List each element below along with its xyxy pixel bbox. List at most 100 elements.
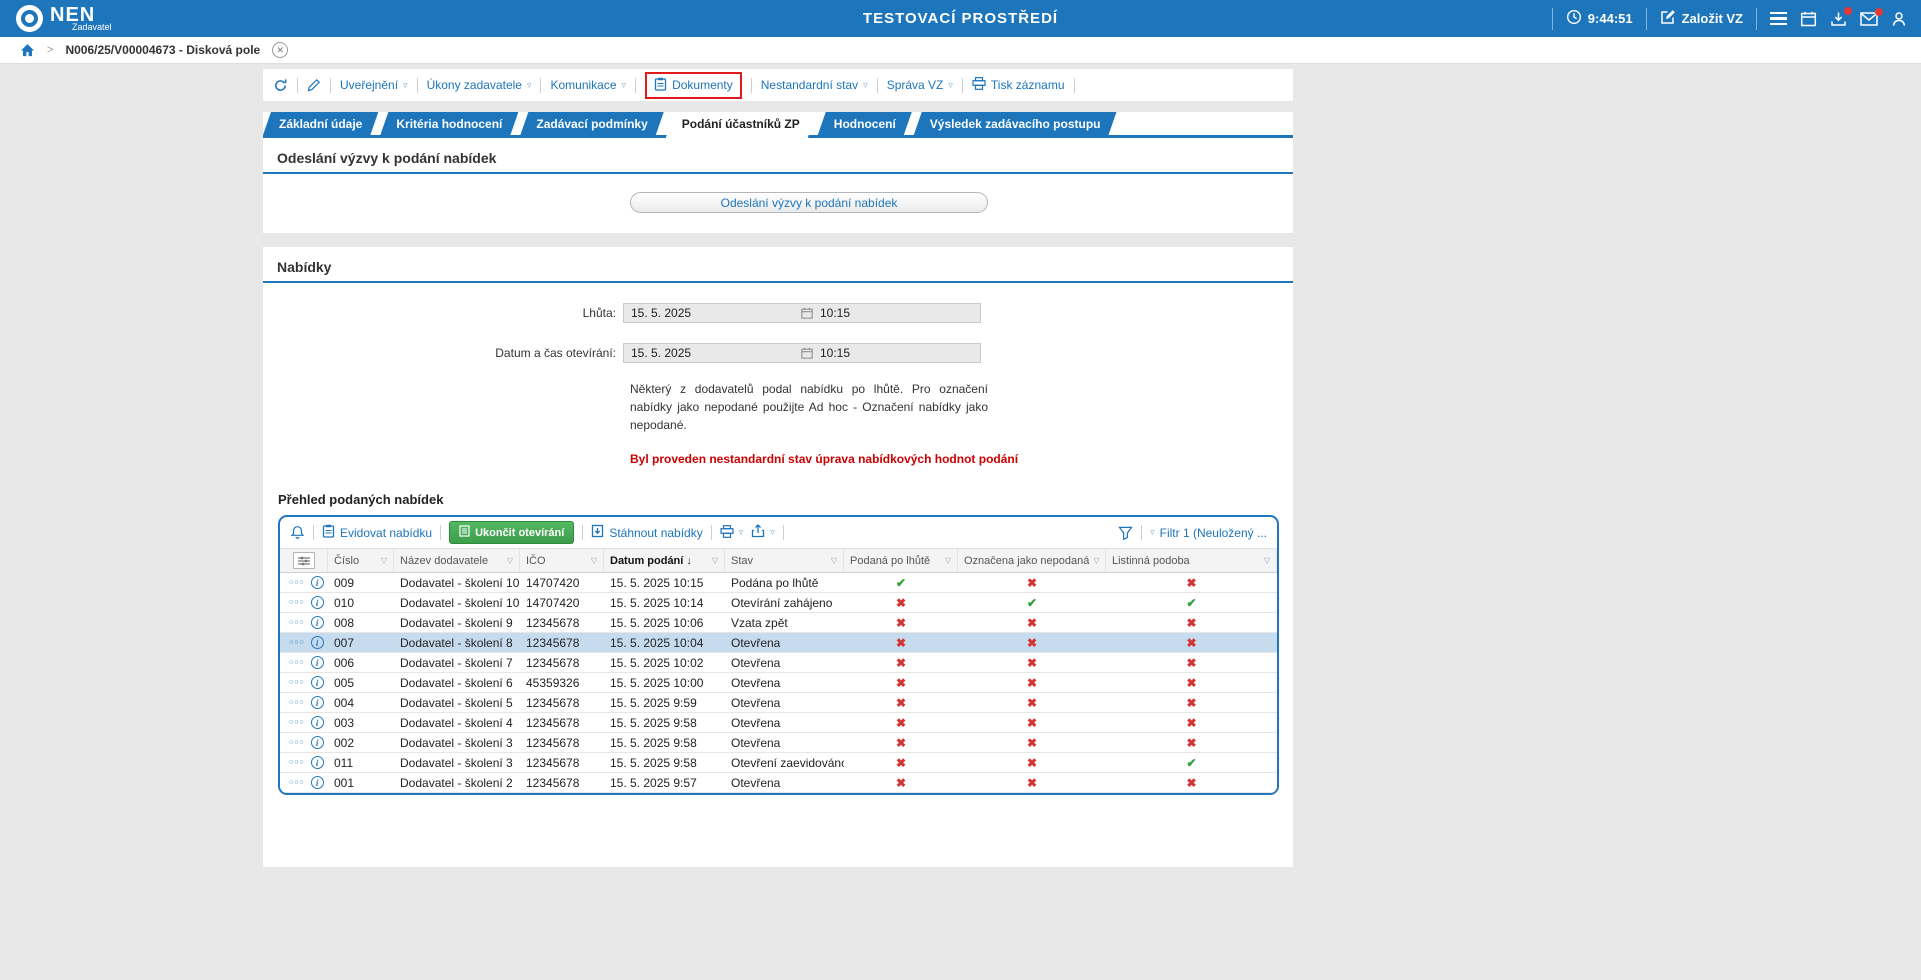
chevron-down-icon: ▿ <box>770 527 775 538</box>
filter-funnel-icon[interactable] <box>1118 526 1133 540</box>
table-row[interactable]: ○○○i002Dodavatel - školení 31234567815. … <box>280 733 1277 753</box>
table-row[interactable]: ○○○i006Dodavatel - školení 71234567815. … <box>280 653 1277 673</box>
info-icon[interactable]: i <box>311 776 324 789</box>
column-header[interactable]: Název dodavatele▽ <box>394 549 520 572</box>
opening-field[interactable]: 15. 5. 2025 10:15 <box>623 343 981 363</box>
tab[interactable]: Zadávací podmínky <box>520 112 663 135</box>
row-menu-icon[interactable]: ○○○ <box>289 739 305 746</box>
toolbar-item[interactable]: Úkony zadavatele▿ <box>427 78 532 92</box>
info-icon[interactable]: i <box>311 636 324 649</box>
calendar-icon[interactable] <box>801 347 813 359</box>
table-row[interactable]: ○○○i005Dodavatel - školení 64535932615. … <box>280 673 1277 693</box>
row-menu-icon[interactable]: ○○○ <box>289 639 305 646</box>
home-icon[interactable] <box>20 43 35 57</box>
cross-icon: ✖ <box>896 636 906 650</box>
column-header[interactable]: Označena jako nepodaná▽ <box>958 549 1106 572</box>
toolbar-item[interactable]: Komunikace▿ <box>550 78 626 92</box>
row-menu-icon[interactable]: ○○○ <box>289 659 305 666</box>
info-icon[interactable]: i <box>311 576 324 589</box>
toolbar-item[interactable]: Tisk záznamu <box>972 77 1065 93</box>
messages-icon[interactable] <box>1860 12 1878 26</box>
info-icon[interactable]: i <box>311 696 324 709</box>
cell-supplier: Dodavatel - školení 9 <box>394 613 520 632</box>
toolbar-item-label: Dokumenty <box>672 78 733 92</box>
row-menu-icon[interactable]: ○○○ <box>289 779 305 786</box>
info-icon[interactable]: i <box>311 756 324 769</box>
cell-ico: 12345678 <box>520 633 604 652</box>
filter-caret-icon[interactable]: ▽ <box>712 556 718 565</box>
edit-record-icon[interactable] <box>307 78 321 92</box>
cross-icon: ✖ <box>1027 716 1037 730</box>
row-menu-icon[interactable]: ○○○ <box>289 759 305 766</box>
nen-logo: NEN Zadavatel <box>16 5 112 32</box>
column-header[interactable]: IČO▽ <box>520 549 604 572</box>
ukoncit-oteviranie-button[interactable]: Ukončit otevírání <box>449 521 574 544</box>
tab[interactable]: Výsledek zadávacího postupu <box>914 112 1117 135</box>
row-menu-icon[interactable]: ○○○ <box>289 599 305 606</box>
toolbar-item[interactable]: Dokumenty <box>645 72 742 99</box>
column-header[interactable]: Stav▽ <box>725 549 844 572</box>
filter-caret-icon[interactable]: ▽ <box>945 556 951 565</box>
menu-icon[interactable] <box>1770 12 1787 26</box>
filter-caret-icon[interactable]: ▽ <box>1093 556 1099 565</box>
deadline-field[interactable]: 15. 5. 2025 10:15 <box>623 303 981 323</box>
send-invitation-button[interactable]: Odeslání výzvy k podání nabídek <box>630 192 988 213</box>
toolbar-item[interactable]: Uveřejnění▿ <box>340 78 408 92</box>
export-table-button[interactable]: ▿ <box>751 524 775 541</box>
tab[interactable]: Kritéria hodnocení <box>380 112 518 135</box>
tab[interactable]: Hodnocení <box>818 112 912 135</box>
info-icon[interactable]: i <box>311 656 324 669</box>
column-header[interactable]: Datum podání ↓▽ <box>604 549 725 572</box>
table-row[interactable]: ○○○i011Dodavatel - školení 31234567815. … <box>280 753 1277 773</box>
info-icon[interactable]: i <box>311 736 324 749</box>
row-menu-icon[interactable]: ○○○ <box>289 719 305 726</box>
table-row[interactable]: ○○○i001Dodavatel - školení 21234567815. … <box>280 773 1277 793</box>
cell-late: ✖ <box>844 653 958 672</box>
tab[interactable]: Podání účastníků ZP <box>666 112 816 138</box>
row-menu-icon[interactable]: ○○○ <box>289 679 305 686</box>
toolbar-item[interactable]: Nestandardní stav▿ <box>761 78 868 92</box>
column-settings-button[interactable] <box>280 549 328 572</box>
close-record-icon[interactable]: ✕ <box>272 42 288 58</box>
filter-caret-icon[interactable]: ▽ <box>831 556 837 565</box>
filter-caret-icon[interactable]: ▽ <box>381 556 387 565</box>
info-icon[interactable]: i <box>311 616 324 629</box>
bell-icon[interactable] <box>290 525 305 540</box>
row-menu-icon[interactable]: ○○○ <box>289 699 305 706</box>
row-menu-icon[interactable]: ○○○ <box>289 579 305 586</box>
cell-date: 15. 5. 2025 10:15 <box>604 573 725 592</box>
print-table-button[interactable]: ▿ <box>720 525 744 541</box>
downloads-icon[interactable] <box>1830 11 1847 27</box>
row-menu-icon[interactable]: ○○○ <box>289 619 305 626</box>
evidovat-nabidku-button[interactable]: Evidovat nabídku <box>322 524 432 541</box>
cell-number: 010 <box>328 593 394 612</box>
table-row[interactable]: ○○○i007Dodavatel - školení 81234567815. … <box>280 633 1277 653</box>
stahnout-nabidky-button[interactable]: Stáhnout nabídky <box>591 524 702 541</box>
toolbar-item[interactable]: Správa VZ▿ <box>887 78 953 92</box>
table-row[interactable]: ○○○i003Dodavatel - školení 41234567815. … <box>280 713 1277 733</box>
table-row[interactable]: ○○○i010Dodavatel - školení 101470742015.… <box>280 593 1277 613</box>
environment-title: TESTOVACÍ PROSTŘEDÍ <box>863 10 1058 27</box>
calendar-icon[interactable] <box>1800 11 1817 27</box>
user-icon[interactable] <box>1891 11 1907 27</box>
filter-caret-icon[interactable]: ▽ <box>591 556 597 565</box>
cross-icon: ✖ <box>896 676 906 690</box>
refresh-icon[interactable] <box>273 78 288 93</box>
table-row[interactable]: ○○○i009Dodavatel - školení 101470742015.… <box>280 573 1277 593</box>
column-header[interactable]: Číslo▽ <box>328 549 394 572</box>
filter-caret-icon[interactable]: ▽ <box>507 556 513 565</box>
tab[interactable]: Základní údaje <box>263 112 378 135</box>
info-icon[interactable]: i <box>311 716 324 729</box>
calendar-icon[interactable] <box>801 307 813 319</box>
info-icon[interactable]: i <box>311 596 324 609</box>
table-row[interactable]: ○○○i004Dodavatel - školení 51234567815. … <box>280 693 1277 713</box>
filter-caret-icon[interactable]: ▽ <box>1264 556 1270 565</box>
cross-icon: ✖ <box>1186 616 1196 630</box>
table-row[interactable]: ○○○i008Dodavatel - školení 91234567815. … <box>280 613 1277 633</box>
info-icon[interactable]: i <box>311 676 324 689</box>
breadcrumb-separator: > <box>47 44 53 56</box>
create-vz-button[interactable]: Založit VZ <box>1660 9 1743 28</box>
column-header[interactable]: Podaná po lhůtě▽ <box>844 549 958 572</box>
column-header[interactable]: Listinná podoba▽ <box>1106 549 1277 572</box>
filter-selector[interactable]: ▿ Filtr 1 (Neuložený ... <box>1150 526 1267 540</box>
